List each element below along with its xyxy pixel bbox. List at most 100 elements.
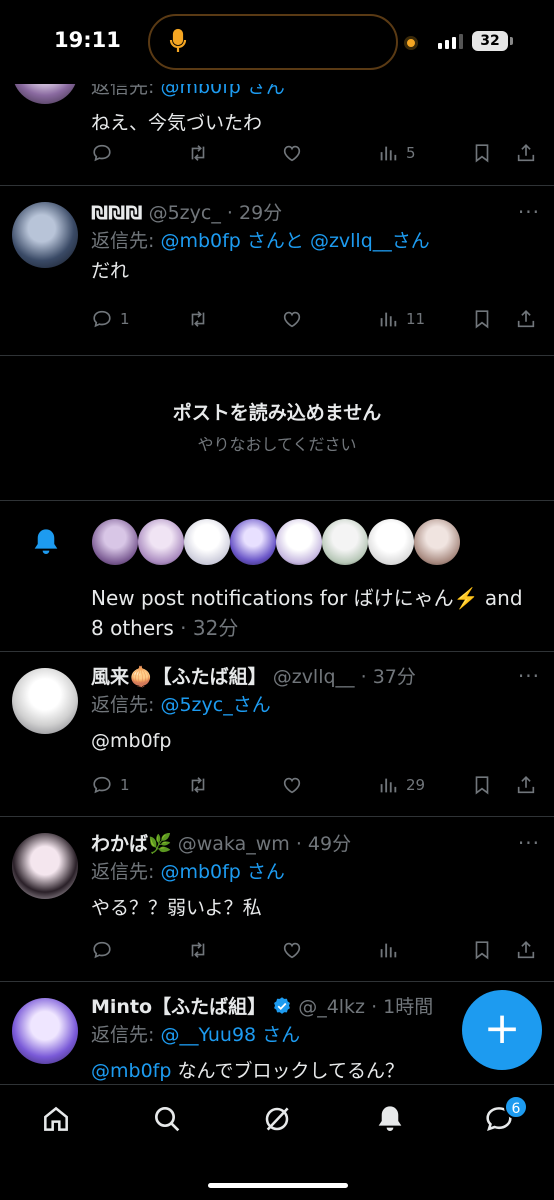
unavailable-post[interactable]: ポストを読み込めません やりなおしてください	[0, 398, 554, 455]
retweet-icon	[191, 145, 205, 161]
tweet-actions: 5	[91, 138, 549, 168]
avatar[interactable]	[184, 519, 230, 565]
like-button[interactable]	[281, 304, 303, 334]
views-button[interactable]: 11	[377, 304, 425, 334]
avatar[interactable]	[322, 519, 368, 565]
tweet-header: ₪₪₪ @5zyc_ · 29分	[91, 202, 283, 224]
share-icon	[517, 941, 535, 959]
notification-row[interactable]: New post notifications for ばけにゃん⚡️ and 8…	[0, 500, 554, 652]
user-handle[interactable]: @waka_wm	[178, 833, 290, 855]
reply-prefix: 返信先:	[91, 1024, 155, 1046]
reply-mention-link[interactable]: @mb0fp さんと @zvllq__さん	[160, 230, 429, 252]
user-handle[interactable]: @_4lkz	[298, 996, 365, 1018]
user-handle[interactable]: @5zyc_	[149, 202, 221, 224]
bookmark-button[interactable]	[471, 138, 493, 168]
tweet-time: 49分	[307, 833, 352, 855]
bookmark-icon	[475, 941, 489, 960]
avatar[interactable]	[12, 202, 78, 268]
grok-icon	[265, 1107, 289, 1131]
tweet-text: やる？？弱いよ？私	[91, 897, 262, 919]
tweet-time: 29分	[239, 202, 283, 224]
reply-prefix: 返信先:	[91, 861, 155, 883]
avatar[interactable]	[12, 668, 78, 734]
tweet-item[interactable]: ₪₪₪ @5zyc_ · 29分 ··· 返信先: @mb0fp さんと @zv…	[0, 186, 554, 356]
reply-button[interactable]	[91, 138, 113, 168]
like-button[interactable]	[281, 138, 303, 168]
display-name[interactable]: Minto【ふたば組】	[91, 996, 266, 1018]
reply-prefix: 返信先:	[91, 230, 155, 252]
reply-to-line: 返信先: @5zyc_さん	[91, 690, 540, 720]
views-count: 5	[406, 144, 416, 162]
like-icon	[283, 777, 301, 794]
more-icon[interactable]: ···	[518, 200, 540, 224]
bookmark-button[interactable]	[471, 304, 493, 334]
more-icon[interactable]: ···	[518, 664, 540, 688]
share-button[interactable]	[515, 304, 537, 334]
reply-button[interactable]: 1	[91, 770, 130, 800]
retweet-icon	[191, 777, 205, 793]
views-button[interactable]: 29	[377, 770, 425, 800]
user-handle[interactable]: @zvllq__	[273, 666, 355, 688]
views-button[interactable]	[377, 935, 399, 965]
bell-icon	[378, 1106, 402, 1131]
nav-search[interactable]	[147, 1099, 187, 1139]
like-button[interactable]	[281, 770, 303, 800]
like-button[interactable]	[281, 935, 303, 965]
status-time: 19:11	[54, 28, 121, 52]
retweet-button[interactable]	[187, 935, 209, 965]
nav-grok[interactable]	[257, 1099, 297, 1139]
reply-button[interactable]	[91, 935, 113, 965]
avatar[interactable]	[12, 833, 78, 899]
reply-icon	[93, 144, 111, 162]
search-icon	[155, 1107, 180, 1132]
avatar[interactable]	[368, 519, 414, 565]
retweet-button[interactable]	[187, 304, 209, 334]
tweet-mention-link[interactable]: @mb0fp	[91, 726, 540, 756]
nav-notifications[interactable]	[370, 1099, 410, 1139]
avatar[interactable]	[230, 519, 276, 565]
avatar[interactable]	[276, 519, 322, 565]
tweet-time: 1時間	[383, 996, 434, 1018]
more-icon[interactable]: ···	[518, 831, 540, 855]
tweet-text-body: なんでブロックしてるん？	[171, 1060, 404, 1082]
dynamic-island	[148, 14, 398, 70]
compose-button[interactable]: +	[462, 990, 542, 1070]
avatar[interactable]	[138, 519, 184, 565]
tweet-text: だれ	[91, 260, 130, 282]
reply-button[interactable]: 1	[91, 304, 130, 334]
avatar[interactable]	[92, 519, 138, 565]
retweet-button[interactable]	[187, 138, 209, 168]
views-button[interactable]: 5	[377, 138, 416, 168]
reply-mention-link[interactable]: @5zyc_さん	[160, 694, 270, 716]
tweet-item[interactable]: 風来🧅【ふたば組】 @zvllq__ · 37分 ··· 返信先: @5zyc_…	[0, 652, 554, 817]
retweet-button[interactable]	[187, 770, 209, 800]
avatar[interactable]	[414, 519, 460, 565]
tweet-header: 風来🧅【ふたば組】 @zvllq__ · 37分	[91, 666, 416, 688]
bookmark-icon	[475, 776, 489, 795]
reply-to-line: 返信先: @mb0fp さん	[91, 857, 540, 887]
reply-mention-link[interactable]: @mb0fp さん	[160, 861, 284, 883]
nav-home[interactable]	[36, 1099, 76, 1139]
notification-time: · 32分	[180, 616, 239, 640]
avatar[interactable]	[12, 998, 78, 1064]
share-button[interactable]	[515, 138, 537, 168]
views-icon	[380, 312, 397, 327]
bookmark-button[interactable]	[471, 770, 493, 800]
tweet-header: わかば🌿 @waka_wm · 49分	[91, 833, 352, 855]
tweet-item[interactable]: わかば🌿 @waka_wm · 49分 ··· 返信先: @mb0fp さん や…	[0, 817, 554, 982]
share-button[interactable]	[515, 935, 537, 965]
home-icon	[44, 1106, 68, 1131]
tweet-mention-link[interactable]: @mb0fp	[91, 1060, 171, 1082]
reply-count: 1	[120, 310, 130, 328]
bookmark-button[interactable]	[471, 935, 493, 965]
display-name[interactable]: 風来🧅【ふたば組】	[91, 666, 267, 688]
home-indicator[interactable]	[208, 1183, 348, 1188]
share-icon	[517, 144, 535, 162]
tweet-actions: 1 29	[91, 770, 549, 800]
display-name[interactable]: わかば🌿	[91, 833, 172, 855]
reply-mention-link[interactable]: @__Yuu98 さん	[160, 1024, 300, 1046]
share-button[interactable]	[515, 770, 537, 800]
display-name[interactable]: ₪₪₪	[91, 202, 143, 224]
recording-indicator	[404, 36, 418, 50]
status-bar: 19:11 32	[0, 0, 554, 84]
